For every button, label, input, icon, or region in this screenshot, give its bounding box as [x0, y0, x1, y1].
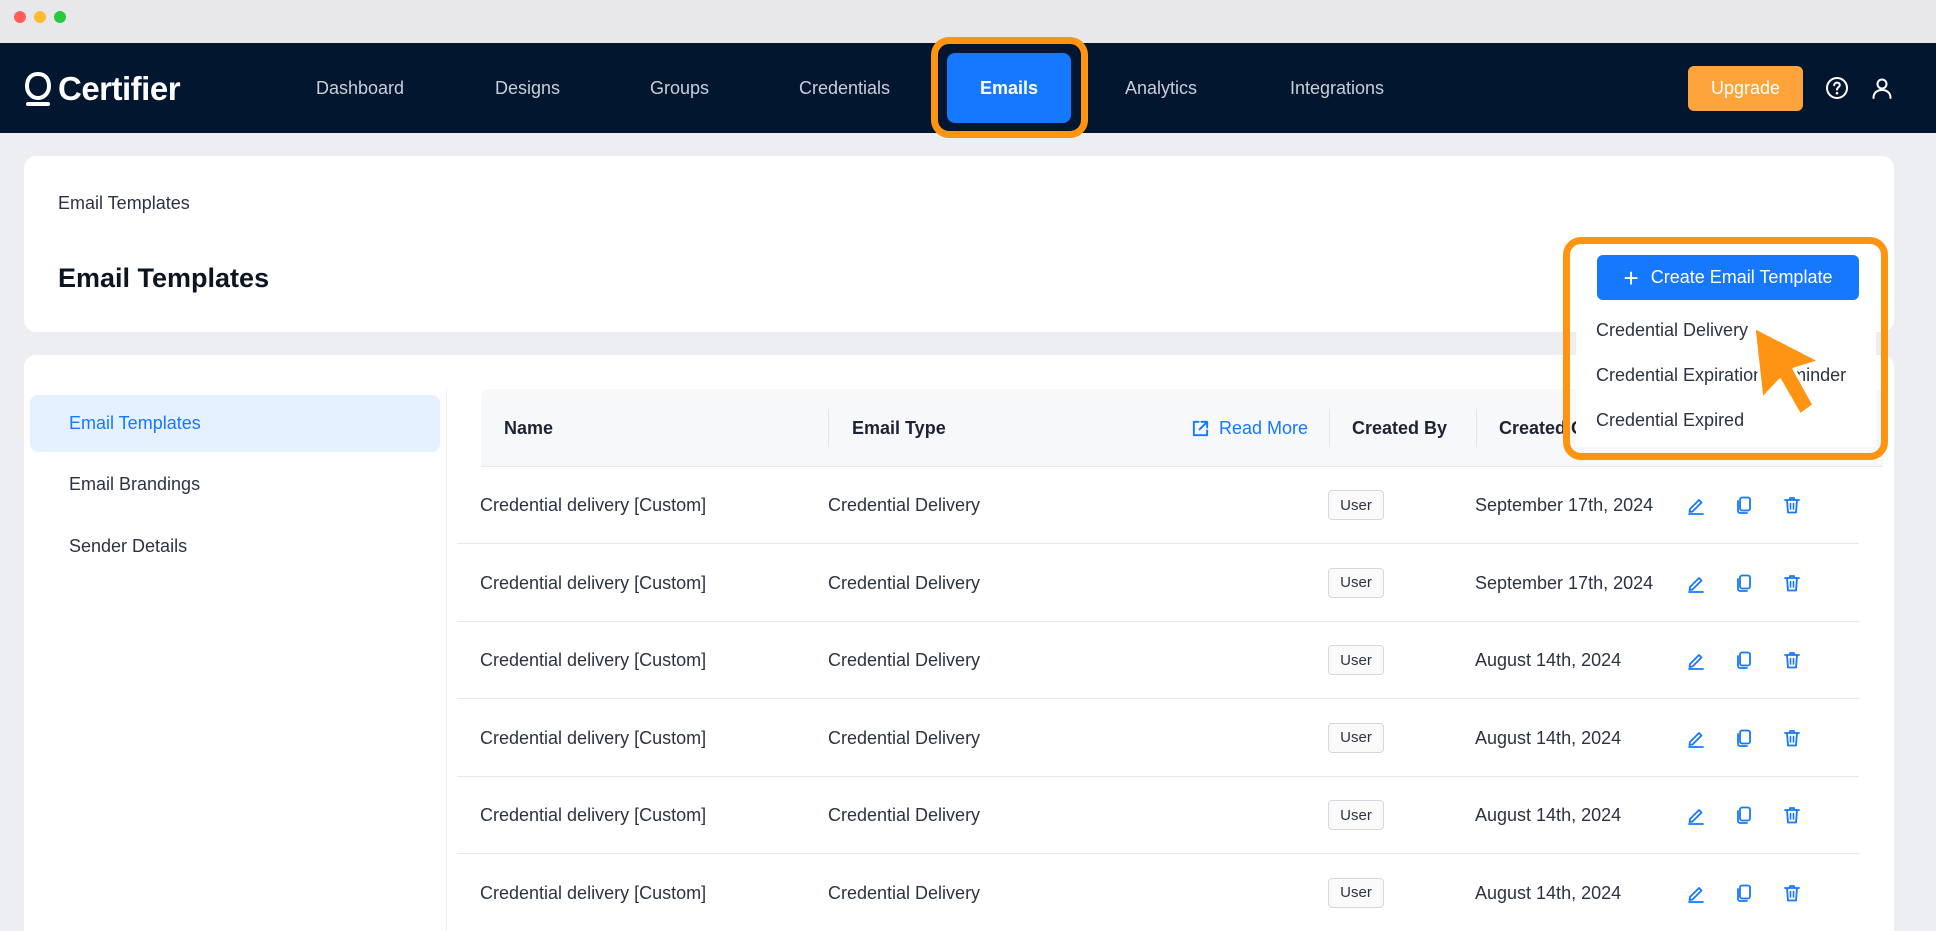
plus-icon: + [1623, 262, 1639, 293]
user-icon[interactable] [1868, 74, 1896, 102]
logo-text: Certifier [58, 70, 181, 107]
cell-name[interactable]: Credential delivery [Custom] [480, 545, 706, 622]
external-link-icon [1192, 420, 1209, 436]
window-minimize-button[interactable] [34, 11, 46, 23]
delete-icon[interactable] [1781, 494, 1803, 516]
created-by-badge: User [1328, 645, 1384, 675]
delete-icon[interactable] [1781, 882, 1803, 904]
column-header-email-type[interactable]: Email Type [852, 389, 946, 467]
window-maximize-button[interactable] [54, 11, 66, 23]
read-more-label: Read More [1219, 417, 1309, 438]
column-separator [1476, 409, 1477, 447]
delete-icon[interactable] [1781, 649, 1803, 671]
cell-created-on: September 17th, 2024 [1475, 495, 1654, 515]
duplicate-icon[interactable] [1733, 494, 1755, 516]
certifier-logo[interactable]: Certifier [24, 69, 181, 109]
cell-created-on: August 14th, 2024 [1475, 882, 1622, 903]
column-separator [828, 409, 829, 447]
breadcrumb[interactable]: Email Templates [58, 193, 190, 214]
created-by-badge: User [1328, 877, 1384, 908]
edit-icon[interactable] [1685, 649, 1707, 671]
table-row[interactable]: Credential delivery [Custom] Credential D… [457, 855, 1859, 931]
menu-item-credential-delivery[interactable]: Credential Delivery [1596, 320, 1748, 341]
delete-icon[interactable] [1781, 804, 1803, 826]
window-close-button[interactable] [14, 11, 26, 23]
table-row[interactable]: Credential delivery [Custom] Credential D… [457, 545, 1859, 622]
create-template-menu: Credential Delivery Credential Expiratio… [1576, 305, 1876, 447]
cell-created-on: August 14th, 2024 [1475, 727, 1622, 748]
cell-email-type: Credential Delivery [828, 727, 981, 748]
duplicate-icon[interactable] [1733, 804, 1755, 826]
edit-icon[interactable] [1685, 882, 1707, 904]
duplicate-icon[interactable] [1733, 572, 1755, 594]
nav-analytics[interactable]: Analytics [1125, 43, 1197, 133]
cell-name[interactable]: Credential delivery [Custom] [480, 622, 706, 699]
table-row[interactable]: Credential delivery [Custom] Credential D… [457, 700, 1859, 777]
emails-tab-highlight [931, 37, 1088, 138]
cell-email-type: Credential Delivery [828, 882, 981, 903]
duplicate-icon[interactable] [1733, 727, 1755, 749]
upgrade-button[interactable]: Upgrade [1688, 66, 1803, 111]
edit-icon[interactable] [1685, 572, 1707, 594]
cursor-arrow-icon [1752, 325, 1822, 417]
sidebar-item-email-templates[interactable]: Email Templates [30, 395, 440, 452]
column-separator [1329, 409, 1330, 447]
cell-email-type: Credential Delivery [828, 495, 981, 515]
created-by-badge: User [1328, 490, 1384, 520]
created-by-badge: User [1328, 567, 1384, 598]
duplicate-icon[interactable] [1733, 882, 1755, 904]
cell-name[interactable]: Credential delivery [Custom] [480, 467, 706, 544]
menu-item-credential-expired[interactable]: Credential Expired [1596, 410, 1744, 431]
cell-email-type: Credential Delivery [828, 572, 981, 593]
cell-name[interactable]: Credential delivery [Custom] [480, 777, 706, 854]
nav-groups[interactable]: Groups [650, 43, 709, 133]
create-email-template-button[interactable]: + Create Email Template [1597, 255, 1859, 300]
page-title: Email Templates [58, 263, 270, 293]
table-row[interactable]: Credential delivery [Custom] Credential D… [457, 622, 1859, 699]
nav-dashboard[interactable]: Dashboard [316, 43, 404, 133]
nav-credentials[interactable]: Credentials [799, 43, 890, 133]
column-header-created-by[interactable]: Created By [1352, 389, 1447, 467]
cell-email-type: Credential Delivery [828, 805, 981, 825]
cell-email-type: Credential Delivery [828, 650, 981, 670]
certifier-logo-icon [24, 71, 52, 106]
cell-created-on: September 17th, 2024 [1475, 572, 1654, 593]
sidebar-item-sender-details[interactable]: Sender Details [30, 518, 440, 575]
cell-created-on: August 14th, 2024 [1475, 805, 1622, 825]
duplicate-icon[interactable] [1733, 649, 1755, 671]
nav-integrations[interactable]: Integrations [1290, 43, 1384, 133]
help-icon[interactable] [1823, 74, 1851, 102]
delete-icon[interactable] [1781, 727, 1803, 749]
created-by-badge: User [1328, 800, 1384, 830]
created-by-badge: User [1328, 722, 1384, 753]
read-more-link[interactable]: Read More [1191, 389, 1308, 467]
cell-name[interactable]: Credential delivery [Custom] [480, 700, 706, 777]
sidebar-item-email-brandings[interactable]: Email Brandings [30, 456, 440, 513]
column-header-name[interactable]: Name [504, 389, 553, 467]
cell-created-on: August 14th, 2024 [1475, 650, 1622, 670]
nav-designs[interactable]: Designs [495, 43, 560, 133]
delete-icon[interactable] [1781, 572, 1803, 594]
create-button-label: Create Email Template [1650, 267, 1833, 287]
sidebar-divider [446, 389, 447, 931]
table-row[interactable]: Credential delivery [Custom] Credential D… [457, 467, 1859, 544]
table-row[interactable]: Credential delivery [Custom] Credential D… [457, 777, 1859, 854]
edit-icon[interactable] [1685, 727, 1707, 749]
edit-icon[interactable] [1685, 494, 1707, 516]
cell-name[interactable]: Credential delivery [Custom] [480, 855, 706, 931]
edit-icon[interactable] [1685, 804, 1707, 826]
